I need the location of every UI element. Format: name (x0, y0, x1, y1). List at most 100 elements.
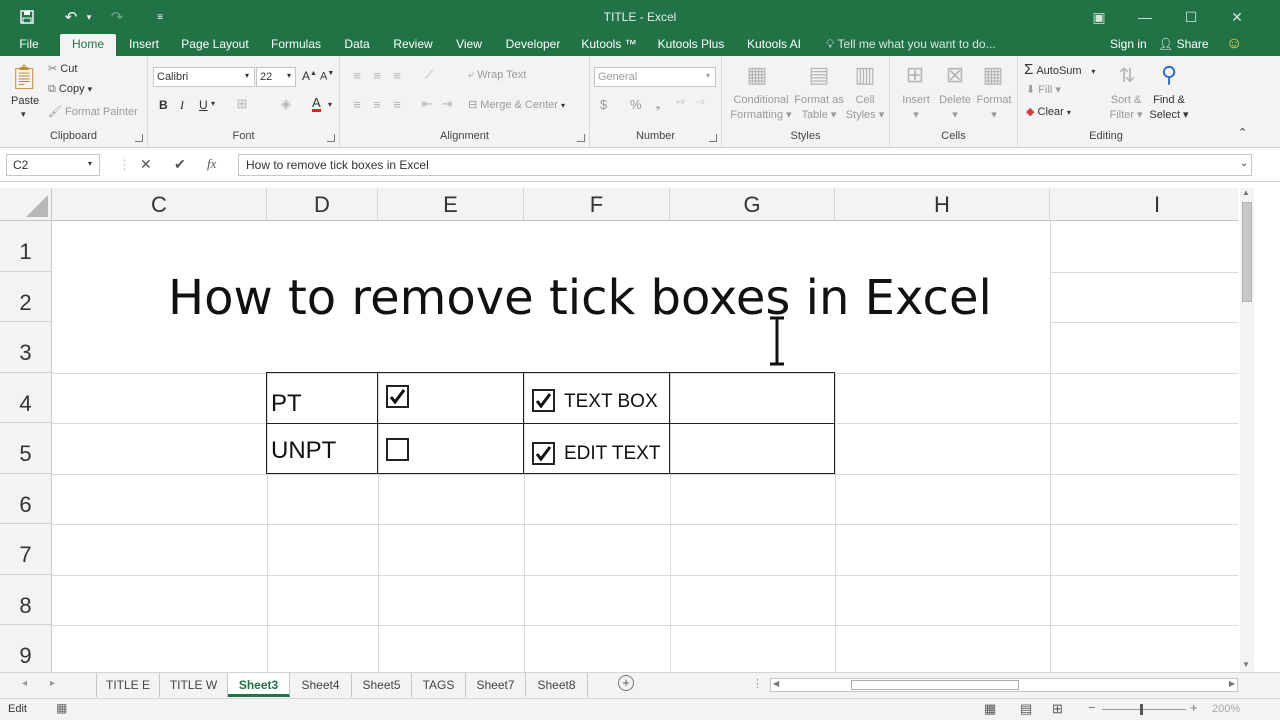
column-header-f[interactable]: F (524, 188, 670, 221)
checkbox-f5[interactable] (532, 442, 555, 465)
worksheet-grid[interactable]: C D E F G H I 1 2 3 4 5 6 7 8 9 How to r… (0, 188, 1238, 672)
tab-view[interactable]: View (450, 34, 488, 56)
font-launcher-icon[interactable] (327, 134, 335, 142)
align-right-icon[interactable]: ≡ (388, 95, 406, 113)
scroll-left-icon[interactable]: ◀ (773, 679, 779, 688)
row-header-5[interactable]: 5 (0, 423, 52, 474)
sheet-tab-sheet7[interactable]: Sheet7 (466, 673, 526, 697)
bottom-align-icon[interactable]: ≡ (388, 66, 406, 84)
page-break-view-icon[interactable]: ⊞ (1052, 701, 1063, 717)
borders-icon[interactable]: ⊞ (234, 96, 250, 112)
tab-page-layout[interactable]: Page Layout (178, 34, 252, 56)
clear-button[interactable]: ◆ Clear ▾ (1026, 105, 1071, 118)
expand-formula-bar-icon[interactable]: ⌄ (1240, 158, 1248, 169)
checkbox-e4[interactable] (386, 385, 409, 408)
column-header-c[interactable]: C (52, 188, 267, 221)
sort-filter-icon[interactable]: ⇅ (1112, 60, 1142, 90)
column-header-h[interactable]: H (835, 188, 1050, 221)
fill-button[interactable]: ⬇︎ Fill ▾ (1026, 83, 1061, 96)
ribbon-display-options-icon[interactable]: ▣ (1076, 4, 1122, 30)
tab-kutools-ai[interactable]: Kutools AI (740, 34, 808, 56)
normal-view-icon[interactable]: ▦ (984, 701, 996, 717)
name-box[interactable]: C2 (6, 154, 100, 176)
cell-d5[interactable]: UNPT (271, 437, 336, 465)
percent-button[interactable]: % (630, 97, 642, 112)
format-cells-button[interactable]: Format ▾ (972, 93, 1016, 123)
conditional-formatting-icon[interactable]: ▦ (742, 60, 772, 90)
row-header-1[interactable]: 1 (0, 221, 52, 272)
tab-review[interactable]: Review (388, 34, 438, 56)
zoom-slider[interactable] (1102, 704, 1186, 715)
tab-file[interactable]: File (10, 34, 48, 56)
zoom-level[interactable]: 200% (1212, 703, 1240, 715)
wrap-text-button[interactable]: ⤶ Wrap Text (468, 69, 526, 82)
number-format-select[interactable]: General (594, 67, 716, 87)
tab-formulas[interactable]: Formulas (266, 34, 326, 56)
cell-styles-button[interactable]: Cell Styles ▾ (844, 93, 886, 123)
sheet-tab-sheet3[interactable]: Sheet3 (228, 673, 290, 697)
sheet-tab-sheet5[interactable]: Sheet5 (352, 673, 412, 697)
column-header-d[interactable]: D (267, 188, 378, 221)
row-header-4[interactable]: 4 (0, 373, 52, 423)
share-button[interactable]: 👤︎ Share (1158, 37, 1209, 51)
decrease-font-icon[interactable]: A▼ (320, 70, 334, 83)
minimize-icon[interactable]: — (1122, 4, 1168, 30)
checkbox-f4[interactable] (532, 389, 555, 412)
clipboard-launcher-icon[interactable] (135, 134, 143, 142)
decrease-indent-icon[interactable]: ⇤ (418, 95, 436, 113)
cut-button[interactable]: ✂ Cut (48, 62, 77, 75)
decrease-decimal-icon[interactable]: ⁻⁰ (692, 96, 708, 112)
number-format-dropdown-icon[interactable]: ▾ (706, 71, 710, 80)
cell-styles-icon[interactable]: ▥ (850, 60, 880, 90)
zoom-in-icon[interactable]: + (1190, 700, 1198, 715)
font-size-dropdown-icon[interactable]: ▾ (287, 71, 291, 80)
column-header-i[interactable]: I (1050, 188, 1238, 221)
scroll-down-icon[interactable]: ▼ (1242, 660, 1250, 669)
formula-input[interactable]: How to remove tick boxes in Excel (238, 154, 1252, 176)
row-header-2[interactable]: 2 (0, 272, 52, 322)
horizontal-scrollbar[interactable]: ◀ ▶ (770, 678, 1238, 692)
scroll-right-icon[interactable]: ▶ (1229, 679, 1235, 688)
tab-insert[interactable]: Insert (124, 34, 164, 56)
fill-color-icon[interactable]: ◈ (278, 96, 294, 112)
new-sheet-icon[interactable]: + (618, 675, 634, 691)
number-launcher-icon[interactable] (709, 134, 717, 142)
conditional-formatting-button[interactable]: Conditional Formatting ▾ (726, 93, 796, 123)
vertical-scroll-thumb[interactable] (1242, 202, 1252, 302)
horizontal-scroll-thumb[interactable] (851, 680, 1019, 690)
middle-align-icon[interactable]: ≡ (368, 66, 386, 84)
underline-dropdown-icon[interactable]: ▾ (211, 99, 215, 108)
next-sheet-icon[interactable]: ▸ (50, 678, 55, 689)
sheet-tab-sheet8[interactable]: Sheet8 (526, 673, 588, 697)
delete-cells-icon[interactable]: ⊠ (940, 60, 970, 90)
scroll-up-icon[interactable]: ▲ (1242, 188, 1250, 197)
row-header-8[interactable]: 8 (0, 575, 52, 625)
alignment-launcher-icon[interactable] (577, 134, 585, 142)
prev-sheet-icon[interactable]: ◂ (22, 678, 27, 689)
close-icon[interactable]: ✕ (1214, 4, 1260, 30)
format-as-table-icon[interactable]: ▤ (804, 60, 834, 90)
row-header-9[interactable]: 9 (0, 625, 52, 672)
insert-function-icon[interactable]: fx (207, 156, 216, 172)
increase-decimal-icon[interactable]: ⁺⁰ (672, 96, 688, 112)
copy-button[interactable]: ⧉ Copy ▾ (48, 83, 92, 96)
find-select-icon[interactable]: ⚲ (1154, 60, 1184, 90)
row-header-7[interactable]: 7 (0, 524, 52, 575)
tab-data[interactable]: Data (338, 34, 376, 56)
italic-button[interactable]: I (180, 98, 184, 113)
enter-entry-icon[interactable]: ✔ (174, 156, 186, 173)
font-color-icon[interactable]: A (312, 96, 321, 112)
tab-developer[interactable]: Developer (500, 34, 566, 56)
column-header-e[interactable]: E (378, 188, 524, 221)
format-as-table-button[interactable]: Format as Table ▾ (792, 93, 846, 123)
page-layout-view-icon[interactable]: ▤ (1020, 701, 1032, 717)
tell-me-box[interactable]: 💡︎ Tell me what you want to do... (826, 37, 996, 52)
collapse-ribbon-icon[interactable]: ⌃ (1238, 126, 1247, 139)
cancel-entry-icon[interactable]: ✕ (140, 156, 152, 173)
maximize-icon[interactable]: ☐ (1168, 4, 1214, 30)
sheet-tab-title-e[interactable]: TITLE E (96, 673, 160, 697)
sheet-tab-title-w[interactable]: TITLE W (160, 673, 228, 697)
align-center-icon[interactable]: ≡ (368, 95, 386, 113)
autosum-button[interactable]: Σ AutoSum ▾ (1024, 61, 1095, 78)
sheet-tab-tags[interactable]: TAGS (412, 673, 466, 697)
